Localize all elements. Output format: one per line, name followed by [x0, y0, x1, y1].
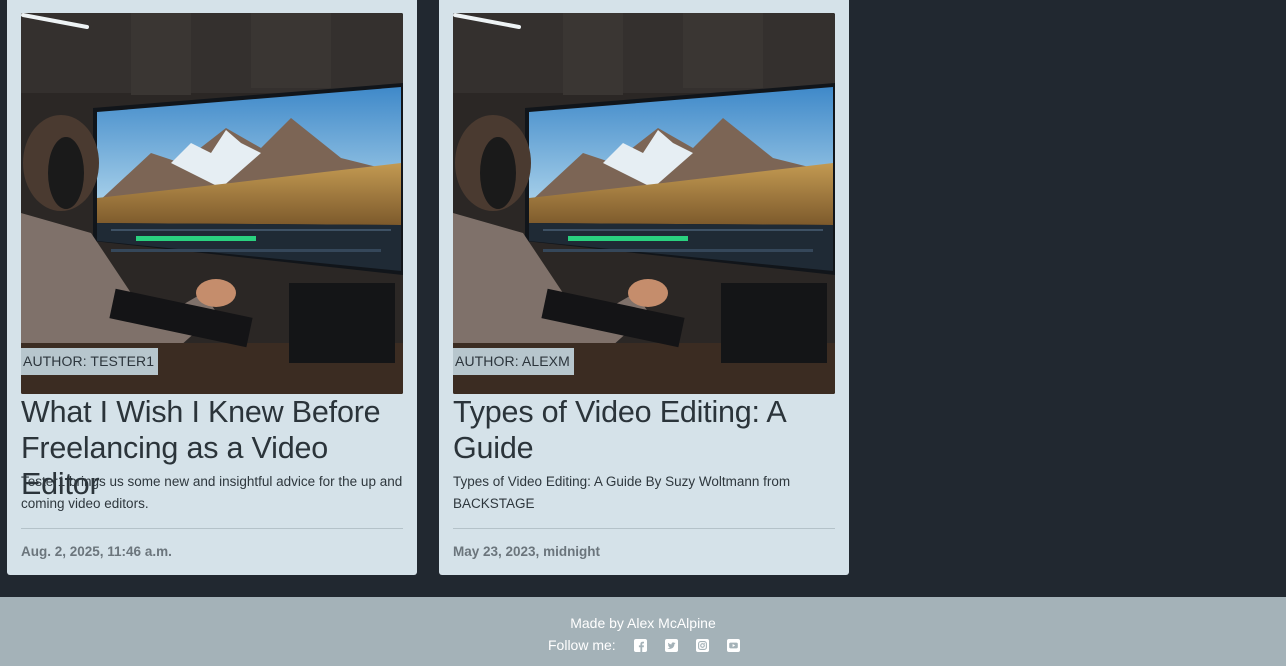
post-date: May 23, 2023, midnight — [453, 544, 601, 559]
follow-links: Follow me: — [548, 636, 758, 654]
post-list: AUTHOR: TESTER1 What I Wish I Knew Befor… — [0, 0, 1286, 597]
author-badge: AUTHOR: TESTER1 — [21, 348, 159, 375]
instagram-icon[interactable] — [695, 638, 709, 652]
post-image[interactable]: AUTHOR: TESTER1 — [21, 13, 403, 394]
facebook-icon[interactable] — [633, 638, 647, 652]
divider — [21, 528, 403, 529]
post-title[interactable]: Types of Video Editing: A Guide — [453, 394, 843, 466]
twitter-icon[interactable] — [664, 638, 678, 652]
follow-label: Follow me: — [548, 637, 616, 653]
post-card[interactable]: AUTHOR: ALEXM Types of Video Editing: A … — [439, 0, 849, 575]
post-image[interactable]: AUTHOR: ALEXM — [453, 13, 835, 394]
post-excerpt: Types of Video Editing: A Guide By Suzy … — [453, 474, 791, 511]
video-editing-photo — [453, 13, 835, 394]
post-excerpt: Tester1 brings us some new and insightfu… — [21, 474, 403, 511]
footer-credit: Made by Alex McAlpine — [570, 615, 716, 631]
youtube-icon[interactable] — [726, 638, 740, 652]
post-date: Aug. 2, 2025, 11:46 a.m. — [21, 544, 172, 559]
post-card[interactable]: AUTHOR: TESTER1 What I Wish I Knew Befor… — [7, 0, 417, 575]
divider — [453, 528, 835, 529]
author-badge: AUTHOR: ALEXM — [453, 348, 574, 375]
video-editing-photo — [21, 13, 403, 394]
site-footer: Made by Alex McAlpine Follow me: — [0, 597, 1286, 666]
